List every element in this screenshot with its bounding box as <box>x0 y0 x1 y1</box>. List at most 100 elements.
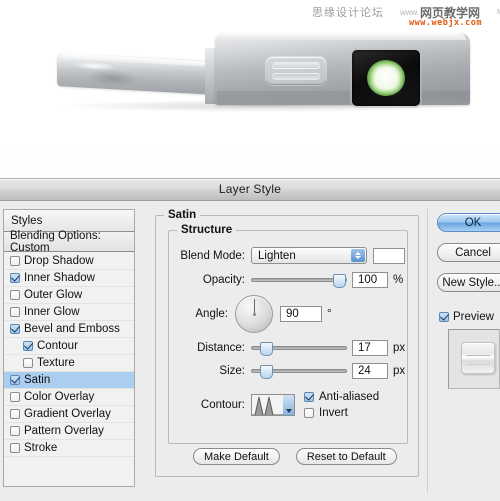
style-item-pattern-overlay[interactable]: Pattern Overlay <box>4 423 134 440</box>
structure-group-legend: Structure <box>177 224 237 236</box>
ok-button-label: OK <box>464 216 482 229</box>
checkbox-drop-shadow-icon[interactable] <box>10 256 20 266</box>
new-style-button-label: New Style... <box>442 276 500 289</box>
checkbox-invert-icon[interactable] <box>304 408 314 418</box>
style-item-gradient-overlay[interactable]: Gradient Overlay <box>4 406 134 423</box>
blending-options-row[interactable]: Blending Options: Custom <box>3 230 135 254</box>
invert-checkbox-row[interactable]: Invert <box>304 407 379 419</box>
distance-value: 17 <box>358 342 371 354</box>
style-item-drop-shadow[interactable]: Drop Shadow <box>4 253 134 270</box>
style-preview-thumbnail <box>448 329 500 389</box>
style-item-contour[interactable]: Contour <box>4 338 134 355</box>
watermark-www-prefix: www. <box>400 8 420 17</box>
distance-row: Distance: 17 px <box>169 340 407 356</box>
checkbox-inner-glow-icon[interactable] <box>10 307 20 317</box>
style-item-label: Contour <box>37 340 78 352</box>
cancel-button[interactable]: Cancel <box>437 243 500 262</box>
dialog-titlebar[interactable]: Layer Style <box>0 179 500 201</box>
checkbox-preview-icon[interactable] <box>439 312 449 322</box>
checkbox-stroke-icon[interactable] <box>10 443 20 453</box>
opacity-label: Opacity: <box>202 274 245 286</box>
size-unit: px <box>393 365 406 377</box>
blend-color-swatch[interactable] <box>373 247 405 264</box>
style-item-inner-glow[interactable]: Inner Glow <box>4 304 134 321</box>
size-slider[interactable] <box>251 364 347 379</box>
reset-to-default-label: Reset to Default <box>306 450 386 463</box>
distance-input[interactable]: 17 <box>352 340 388 356</box>
device-body <box>215 33 470 105</box>
style-item-label: Pattern Overlay <box>24 425 104 437</box>
reset-to-default-button[interactable]: Reset to Default <box>295 448 397 465</box>
checkbox-color-overlay-icon[interactable] <box>10 392 20 402</box>
cancel-button-label: Cancel <box>455 246 491 259</box>
dialog-title: Layer Style <box>218 182 282 196</box>
opacity-row: Opacity: 100 % <box>169 272 407 288</box>
angle-label: Angle: <box>195 308 228 320</box>
new-style-button[interactable]: New Style... <box>437 273 500 292</box>
style-item-outer-glow[interactable]: Outer Glow <box>4 287 134 304</box>
blend-mode-row: Blend Mode: Lighten <box>169 247 407 264</box>
checkbox-inner-shadow-icon[interactable] <box>10 273 20 283</box>
blend-mode-label: Blend Mode: <box>180 249 245 262</box>
anti-aliased-checkbox-row[interactable]: Anti-aliased <box>304 391 379 403</box>
checkbox-contour-icon[interactable] <box>23 341 33 351</box>
blend-mode-select[interactable]: Lighten <box>251 247 367 264</box>
angle-input[interactable]: 90 <box>280 306 322 322</box>
checkbox-anti-aliased-icon[interactable] <box>304 392 314 402</box>
checkbox-satin-icon[interactable] <box>10 375 20 385</box>
contour-preset-thumbnail[interactable] <box>251 394 295 416</box>
checkbox-bevel-and-emboss-icon[interactable] <box>10 324 20 334</box>
size-input[interactable]: 24 <box>352 363 388 379</box>
ok-button[interactable]: OK <box>437 213 500 232</box>
make-default-label: Make Default <box>204 450 269 463</box>
chevron-down-icon[interactable] <box>283 395 294 415</box>
style-item-label: Outer Glow <box>24 289 83 301</box>
style-item-label: Color Overlay <box>24 391 95 403</box>
angle-dial-needle <box>254 299 255 314</box>
opacity-value: 100 <box>358 274 378 286</box>
size-value: 24 <box>358 365 371 377</box>
style-item-label: Stroke <box>24 442 58 454</box>
opacity-input[interactable]: 100 <box>352 272 388 288</box>
checkbox-gradient-overlay-icon[interactable] <box>10 409 20 419</box>
chevron-updown-icon[interactable] <box>351 249 365 262</box>
satin-group: Satin Structure Blend Mode: Lighten Opac… <box>155 209 419 477</box>
distance-unit: px <box>393 342 406 354</box>
checkbox-texture-icon[interactable] <box>23 358 33 368</box>
dialog-body: Styles Blending Options: Custom Drop Sha… <box>0 201 500 501</box>
styles-effect-list: Drop Shadow Inner Shadow Outer Glow Inne… <box>3 252 135 487</box>
style-item-label: Gradient Overlay <box>24 408 111 420</box>
style-item-label: Bevel and Emboss <box>24 323 120 335</box>
opacity-unit: % <box>393 274 404 286</box>
structure-group: Structure Blend Mode: Lighten Opacity: 1… <box>168 224 408 444</box>
opacity-slider[interactable] <box>251 273 347 288</box>
style-item-inner-shadow[interactable]: Inner Shadow <box>4 270 134 287</box>
style-item-label: Texture <box>37 357 75 369</box>
style-item-texture[interactable]: Texture <box>4 355 134 372</box>
styles-panel-header-label: Styles <box>11 214 43 227</box>
angle-row: Angle: 90 ° <box>169 295 407 333</box>
style-item-color-overlay[interactable]: Color Overlay <box>4 389 134 406</box>
satin-group-legend: Satin <box>164 209 201 221</box>
checkbox-pattern-overlay-icon[interactable] <box>10 426 20 436</box>
watermark-forum-text: 思缘设计论坛 <box>312 6 384 19</box>
size-slider-knob[interactable] <box>260 365 273 379</box>
checkbox-outer-glow-icon[interactable] <box>10 290 20 300</box>
opacity-slider-knob[interactable] <box>333 274 346 288</box>
style-item-label: Inner Glow <box>24 306 80 318</box>
angle-dial[interactable] <box>235 295 273 333</box>
size-row: Size: 24 px <box>169 363 407 379</box>
style-item-bevel-and-emboss[interactable]: Bevel and Emboss <box>4 321 134 338</box>
product-photo-area: 思缘设计论坛 www. 网页教学网 M www.webjx.com <box>0 0 500 178</box>
preview-checkbox-row[interactable]: Preview <box>439 311 494 323</box>
style-item-stroke[interactable]: Stroke <box>4 440 134 457</box>
distance-slider-knob[interactable] <box>260 342 273 356</box>
distance-slider[interactable] <box>251 341 347 356</box>
distance-label: Distance: <box>197 342 245 354</box>
preview-chip-shape <box>461 342 495 374</box>
style-item-satin[interactable]: Satin <box>4 372 134 389</box>
styles-panel-header: Styles <box>3 209 135 231</box>
make-default-button[interactable]: Make Default <box>193 448 280 465</box>
panel-divider <box>427 209 428 493</box>
style-item-label: Drop Shadow <box>24 255 94 267</box>
